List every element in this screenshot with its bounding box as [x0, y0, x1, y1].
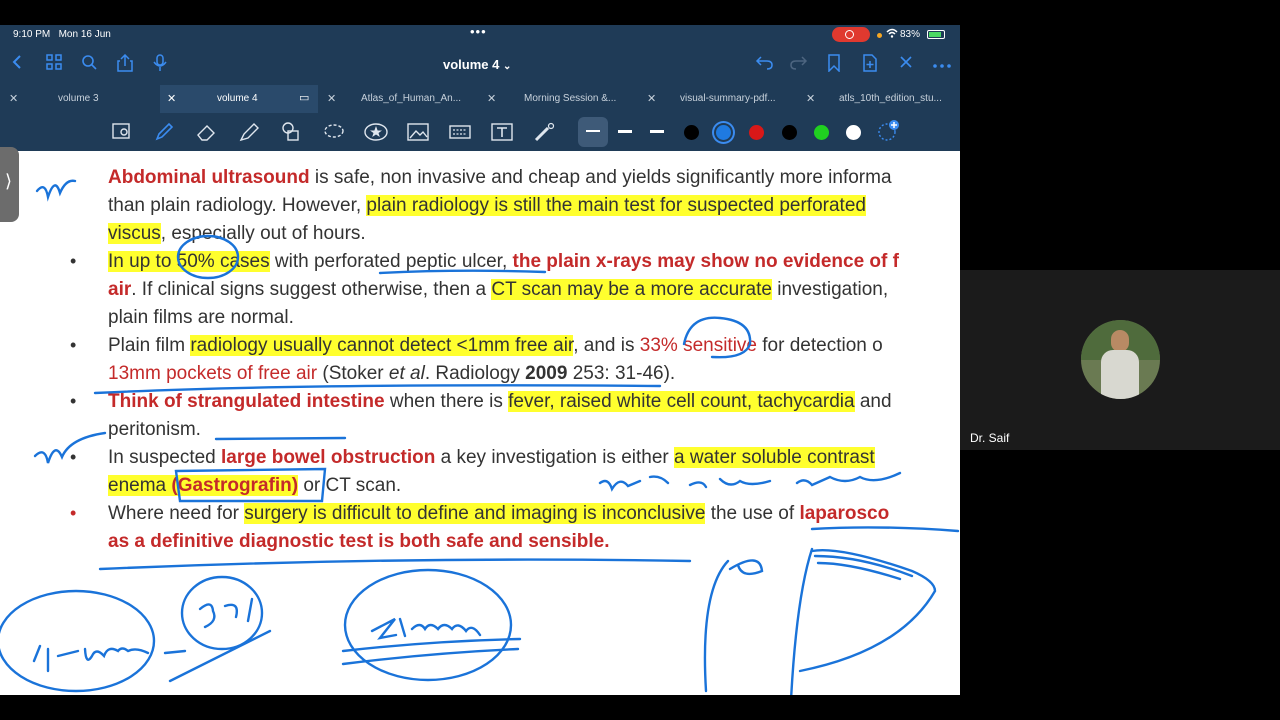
color-swatch-black[interactable]	[684, 125, 699, 140]
tab-volume-4[interactable]: ✕ volume 4 ▭	[160, 85, 318, 113]
annotation-tick-top	[35, 179, 77, 202]
color-swatch-white[interactable]	[846, 125, 861, 140]
annotation-toolbar	[0, 113, 960, 151]
redo-icon[interactable]	[790, 54, 808, 75]
laser-pointer-icon[interactable]	[534, 122, 556, 147]
multitasking-dots-icon[interactable]: •••	[470, 25, 487, 39]
close-tab-icon[interactable]: ✕	[9, 92, 18, 105]
search-icon[interactable]	[81, 54, 97, 75]
color-swatch-red[interactable]	[749, 125, 764, 140]
color-swatch-black-2[interactable]	[782, 125, 797, 140]
thin-stroke-selected[interactable]	[578, 117, 608, 147]
back-chevron-icon[interactable]	[10, 54, 24, 75]
stroke-thick[interactable]	[650, 130, 664, 133]
ipad-screen: 9:10 PM Mon 16 Jun ••• 83% volume 4 ⌄ ✕ …	[0, 25, 960, 695]
close-tab-icon[interactable]: ✕	[327, 92, 336, 105]
add-color-icon[interactable]	[877, 120, 901, 147]
lasso-icon[interactable]	[323, 122, 345, 147]
grid-view-icon[interactable]	[46, 54, 62, 75]
stroke-thin[interactable]	[586, 130, 600, 132]
text-box-icon[interactable]	[491, 122, 513, 147]
split-view-icon[interactable]: ▭	[299, 91, 309, 104]
tab-visual-summary[interactable]: ✕ visual-summary-pdf...	[638, 85, 798, 113]
nav-bar: volume 4 ⌄	[0, 45, 960, 85]
stroke-medium[interactable]	[618, 130, 632, 133]
close-tab-icon[interactable]: ✕	[806, 92, 815, 105]
chevron-right-icon: ⟩	[5, 171, 13, 191]
tab-bar: ✕ volume 3 ✕ volume 4 ▭ ✕ Atlas_of_Human…	[0, 85, 960, 113]
add-page-icon[interactable]	[862, 54, 878, 77]
avatar	[1081, 320, 1160, 399]
wifi-icon	[886, 28, 898, 41]
bookmark-icon[interactable]	[827, 54, 841, 77]
close-tab-icon[interactable]: ✕	[167, 92, 176, 105]
close-tab-icon[interactable]: ✕	[647, 92, 656, 105]
document-title[interactable]: volume 4 ⌄	[443, 57, 511, 72]
more-icon[interactable]	[933, 54, 951, 74]
screen-recording-icon[interactable]	[832, 27, 870, 42]
battery-percent: 83%	[900, 29, 921, 40]
image-icon[interactable]	[407, 122, 429, 147]
read-mode-icon[interactable]	[112, 122, 132, 145]
status-time: 9:10 PM Mon 16 Jun	[13, 29, 111, 40]
highlighter-icon[interactable]	[238, 122, 260, 147]
participant-name: Dr. Saif	[970, 431, 1010, 445]
color-swatch-green[interactable]	[814, 125, 829, 140]
tab-volume-3[interactable]: ✕ volume 3	[0, 85, 160, 113]
share-icon[interactable]	[117, 53, 133, 77]
microphone-icon[interactable]	[153, 54, 167, 77]
tab-atls[interactable]: ✕ atls_10th_edition_stu...	[798, 85, 960, 113]
battery-icon	[927, 30, 945, 39]
sticker-icon[interactable]	[364, 122, 388, 147]
eraser-icon[interactable]	[195, 122, 217, 147]
shapes-icon[interactable]	[280, 122, 302, 147]
mic-indicator-icon	[877, 33, 882, 38]
sidebar-handle[interactable]: ⟩	[0, 147, 19, 222]
close-icon[interactable]	[899, 54, 913, 74]
undo-icon[interactable]	[755, 54, 773, 75]
handwritten-annotations	[0, 179, 960, 695]
status-bar: 9:10 PM Mon 16 Jun ••• 83%	[0, 25, 960, 45]
tab-atlas[interactable]: ✕ Atlas_of_Human_An...	[318, 85, 478, 113]
close-tab-icon[interactable]: ✕	[487, 92, 496, 105]
participant-tile[interactable]: Dr. Saif	[960, 270, 1280, 450]
color-swatch-blue-selected[interactable]	[716, 125, 731, 140]
tab-morning-session[interactable]: ✕ Morning Session &...	[478, 85, 638, 113]
keyboard-icon[interactable]	[449, 122, 471, 147]
pen-icon[interactable]	[154, 122, 174, 147]
pdf-page[interactable]: Abdominal ultrasound is safe, non invasi…	[0, 151, 960, 695]
